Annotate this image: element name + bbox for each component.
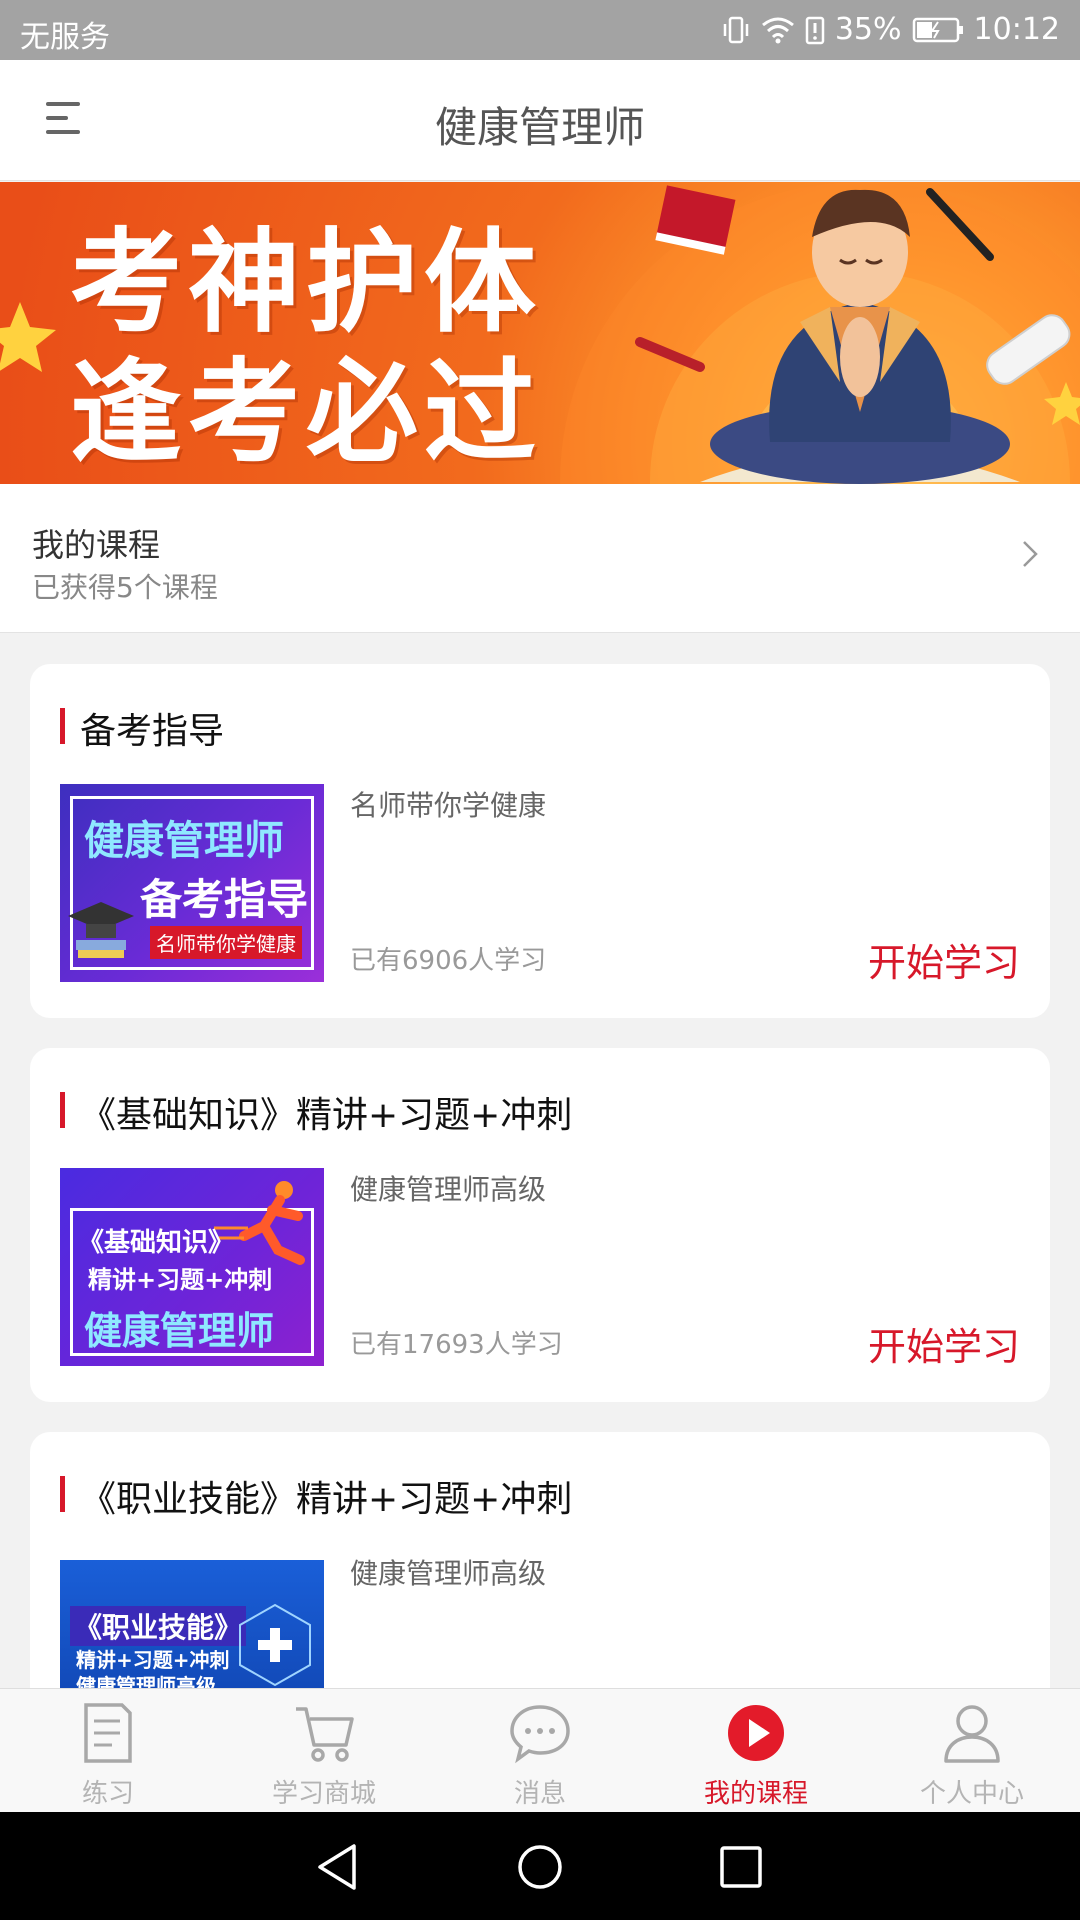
- course-title: 《职业技能》精讲+习题+冲刺: [60, 1470, 572, 1522]
- cart-icon: [296, 1707, 354, 1762]
- course-title: 《基础知识》精讲+习题+冲刺: [60, 1086, 572, 1138]
- play-circle-icon: [728, 1705, 784, 1761]
- nav-item-store[interactable]: 学习商城: [216, 1689, 432, 1813]
- medical-hexagon-icon: [239, 1603, 311, 1687]
- learner-count: 已有6906人学习: [350, 946, 547, 976]
- thumb-line-3: 名师带你学健康: [150, 926, 302, 959]
- recents-icon[interactable]: [714, 1840, 768, 1894]
- battery-alert-icon: [805, 16, 825, 44]
- graduation-cap-icon: [68, 902, 134, 958]
- start-learning-button[interactable]: 开始学习: [868, 1316, 1020, 1371]
- course-subtitle: 健康管理师高级: [350, 1557, 547, 1590]
- title-accent-bar: [60, 1476, 65, 1512]
- nav-label: 学习商城: [271, 1779, 376, 1809]
- notebook-icon: [84, 1703, 132, 1763]
- thumb-line-3: 健康管理师: [84, 1309, 275, 1353]
- user-icon: [944, 1705, 1000, 1763]
- course-title-text: 《基础知识》精讲+习题+冲刺: [80, 1095, 573, 1136]
- thumb-line-2: 备考指导: [140, 875, 309, 924]
- nav-item-profile[interactable]: 个人中心: [864, 1689, 1080, 1813]
- battery-percent: 35%: [834, 12, 902, 47]
- thumb-line-1: 《职业技能》: [70, 1606, 247, 1646]
- course-thumbnail: 《基础知识》 精讲+习题+冲刺 健康管理师: [60, 1168, 324, 1366]
- start-learning-button[interactable]: 开始学习: [868, 932, 1020, 987]
- my-courses-row[interactable]: 我的课程 已获得5个课程: [0, 484, 1080, 633]
- course-card[interactable]: 备考指导 健康管理师 备考指导 名师带你学健康 名师带你学健康 已有6906人学…: [30, 664, 1050, 1018]
- system-navigation-bar: [0, 1812, 1080, 1920]
- back-icon[interactable]: [312, 1840, 366, 1894]
- app-header: 健康管理师: [0, 60, 1080, 181]
- nav-label: 消息: [513, 1779, 566, 1809]
- battery-charging-icon: [912, 17, 963, 42]
- my-courses-count: 已获得5个课程: [32, 571, 218, 604]
- course-card[interactable]: 《基础知识》精讲+习题+冲刺 《基础知识》 精讲+习题+冲刺 健康管理师 健康管…: [30, 1048, 1050, 1402]
- title-accent-bar: [60, 1092, 65, 1128]
- course-title-text: 《职业技能》精讲+习题+冲刺: [80, 1479, 573, 1520]
- nav-label: 个人中心: [919, 1779, 1024, 1809]
- status-right: 35% 10:12: [721, 12, 1060, 47]
- course-title-text: 备考指导: [80, 711, 225, 752]
- promo-banner[interactable]: 考神护体 逢考必过: [0, 182, 1080, 484]
- nav-item-my-courses[interactable]: 我的课程: [648, 1689, 864, 1813]
- nav-label: 我的课程: [703, 1779, 808, 1809]
- carrier-label: 无服务: [20, 20, 110, 55]
- course-subtitle: 健康管理师高级: [350, 1173, 547, 1206]
- course-title: 备考指导: [60, 702, 224, 754]
- page-title: 健康管理师: [434, 103, 645, 152]
- nav-label: 练习: [81, 1779, 134, 1809]
- thumb-line-2: 精讲+习题+冲刺: [76, 1648, 230, 1672]
- bottom-navigation: 练习 学习商城 消息 我的课程 个人中心: [0, 1688, 1080, 1813]
- course-thumbnail: 健康管理师 备考指导 名师带你学健康: [60, 784, 324, 982]
- thumb-line-1: 《基础知识》: [78, 1228, 235, 1258]
- chat-bubble-icon: [510, 1705, 570, 1764]
- status-bar: 无服务 35% 10:12: [0, 0, 1080, 60]
- home-icon[interactable]: [513, 1840, 567, 1894]
- nav-item-practice[interactable]: 练习: [0, 1689, 216, 1813]
- chevron-right-icon: [1023, 541, 1038, 567]
- my-courses-title: 我的课程: [32, 526, 161, 564]
- wifi-icon: [761, 17, 794, 43]
- course-subtitle: 名师带你学健康: [350, 789, 547, 822]
- thumb-line-1: 健康管理师: [84, 818, 284, 864]
- title-accent-bar: [60, 708, 65, 744]
- banner-headline-2: 逢考必过: [70, 347, 542, 478]
- thumb-line-2: 精讲+习题+冲刺: [88, 1266, 273, 1294]
- clock: 10:12: [973, 12, 1060, 47]
- nav-item-messages[interactable]: 消息: [432, 1689, 648, 1813]
- learner-count: 已有17693人学习: [350, 1330, 563, 1360]
- vibrate-icon: [723, 16, 749, 43]
